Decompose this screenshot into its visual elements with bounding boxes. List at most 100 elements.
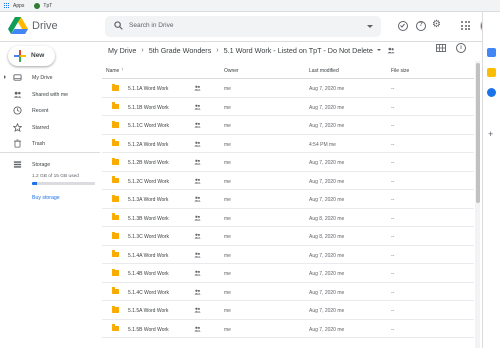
breadcrumb-current-folder[interactable]: 5.1 Word Work - Listed on TpT - Do Not D…	[224, 46, 373, 55]
star-icon	[13, 122, 22, 132]
file-owner: me	[224, 141, 231, 148]
search-input[interactable]: Search in Drive	[129, 22, 173, 29]
column-header-owner[interactable]: Owner	[224, 68, 239, 74]
file-size: --	[391, 271, 395, 277]
calendar-icon[interactable]	[487, 48, 496, 57]
file-modified: Aug 8, 2020 me	[309, 234, 345, 240]
file-size: --	[391, 234, 395, 240]
sidebar-item-trash[interactable]: Trash	[0, 135, 100, 152]
file-modified: Aug 7, 2020 me	[309, 104, 345, 111]
expand-arrow-icon[interactable]	[4, 75, 6, 79]
shared-folder-people-icon	[387, 47, 395, 53]
sidebar-item-my-drive[interactable]: My Drive	[0, 69, 100, 86]
file-list-scrollbar[interactable]	[475, 61, 480, 348]
table-row[interactable]: 5.1.4C Word Work me Aug 7, 2020 me --	[102, 283, 474, 301]
table-row[interactable]: 5.1.2B Word Work me Aug 7, 2020 me --	[102, 153, 474, 172]
chevron-right-icon: ›	[216, 46, 219, 54]
file-name[interactable]: 5.1.2A Word Work	[128, 142, 168, 148]
file-size: --	[391, 252, 395, 259]
scrollbar-thumb[interactable]	[475, 63, 480, 203]
file-name[interactable]: 5.1.1A Word Work	[128, 86, 168, 92]
file-name[interactable]: 5.1.1B Word Work	[128, 105, 169, 111]
table-row[interactable]: 5.1.5A Word Work me Aug 7, 2020 me --	[102, 301, 474, 320]
bookmark-tpt[interactable]: TpT	[34, 2, 53, 9]
search-options-icon[interactable]	[367, 25, 373, 28]
file-name[interactable]: 5.1.2B Word Work	[128, 160, 169, 166]
file-owner: me	[224, 271, 231, 277]
folder-icon	[112, 305, 119, 313]
file-modified: Aug 7, 2020 me	[309, 289, 345, 296]
file-name[interactable]: 5.1.2C Word Work	[128, 179, 169, 185]
keep-icon[interactable]	[487, 68, 496, 77]
folder-icon	[112, 176, 119, 183]
shared-with-me-icon	[13, 91, 22, 98]
column-header-modified[interactable]: Last modified	[309, 68, 339, 74]
table-row[interactable]: 5.1.3A Word Work me Aug 7, 2020 me --	[102, 190, 474, 209]
search-bar[interactable]: Search in Drive	[105, 16, 381, 37]
table-row[interactable]: 5.1.3B Word Work me Aug 8, 2020 me --	[102, 209, 474, 227]
storage-usage-fill	[32, 182, 38, 185]
folder-icon	[112, 102, 119, 109]
bookmark-apps-label: Apps	[13, 2, 25, 9]
search-icon[interactable]	[114, 21, 123, 30]
table-row[interactable]: 5.1.2C Word Work me Aug 7, 2020 me --	[102, 172, 474, 190]
drive-logo-icon[interactable]	[8, 17, 28, 35]
column-header-size[interactable]: File size	[391, 68, 409, 74]
breadcrumb-parent-folder[interactable]: 5th Grade Wonders	[149, 46, 212, 55]
file-modified: Aug 7, 2020 me	[309, 308, 345, 314]
new-button[interactable]: New	[8, 46, 55, 66]
trash-icon	[14, 139, 21, 148]
table-row[interactable]: 5.1.1C Word Work me Aug 7, 2020 me --	[102, 116, 474, 135]
google-apps-icon[interactable]	[461, 21, 471, 31]
bookmarks-bar: Apps TpT	[0, 0, 500, 12]
file-modified: Aug 7, 2020 me	[309, 197, 345, 203]
storage-usage-bar	[32, 182, 95, 185]
breadcrumb-my-drive[interactable]: My Drive	[108, 46, 136, 55]
file-name[interactable]: 5.1.4A Word Work	[128, 253, 168, 259]
add-addon-icon[interactable]: +	[488, 130, 493, 139]
offline-status-icon[interactable]	[398, 21, 408, 31]
table-row[interactable]: 5.1.2A Word Work me 4:54 PM me --	[102, 135, 474, 153]
file-size: --	[391, 141, 395, 148]
file-size: --	[391, 123, 395, 129]
folder-menu-dropdown-icon[interactable]	[376, 49, 381, 51]
table-row[interactable]: 5.1.5B Word Work me Aug 7, 2020 me --	[102, 320, 474, 338]
table-row[interactable]: 5.1.1A Word Work me Aug 7, 2020 me --	[102, 79, 474, 98]
people-icon	[194, 85, 201, 91]
table-row[interactable]: 5.1.3C Word Work me Aug 8, 2020 me --	[102, 227, 474, 246]
file-name[interactable]: 5.1.3A Word Work	[128, 197, 168, 203]
file-name[interactable]: 5.1.4C Word Work	[128, 290, 169, 296]
buy-storage-link[interactable]: Buy storage	[32, 195, 60, 201]
tasks-icon[interactable]	[487, 88, 496, 97]
bookmark-apps[interactable]: Apps	[4, 2, 25, 9]
folder-icon	[112, 213, 119, 220]
file-size: --	[391, 160, 395, 166]
file-name[interactable]: 5.1.5A Word Work	[128, 308, 168, 314]
file-name[interactable]: 5.1.3B Word Work	[128, 216, 169, 222]
sidebar-item-shared-with-me[interactable]: Shared with me	[0, 86, 100, 103]
file-name[interactable]: 5.1.5B Word Work	[128, 327, 169, 333]
storage-usage-text: 1.2 GB of 15 GB used	[32, 174, 79, 179]
sidebar-item-label: Recent	[32, 108, 49, 114]
storage-icon	[13, 161, 22, 168]
table-row[interactable]: 5.1.1B Word Work me Aug 7, 2020 me --	[102, 98, 474, 116]
settings-gear-icon[interactable]: ⚙	[432, 20, 441, 30]
table-row[interactable]: 5.1.4B Word Work me Aug 7, 2020 me --	[102, 264, 474, 283]
table-row[interactable]: 5.1.4A Word Work me Aug 7, 2020 me --	[102, 246, 474, 264]
grid-view-icon[interactable]	[436, 44, 446, 52]
file-name[interactable]: 5.1.4B Word Work	[128, 271, 169, 277]
file-name[interactable]: 5.1.3C Word Work	[128, 234, 169, 240]
details-info-icon[interactable]: i	[456, 43, 466, 53]
people-icon	[194, 326, 201, 331]
file-modified: Aug 7, 2020 me	[309, 123, 345, 129]
sidebar-item-storage[interactable]: Storage	[0, 156, 100, 172]
sidebar-item-starred[interactable]: Starred	[0, 119, 100, 136]
column-header-name[interactable]: Name	[106, 68, 119, 74]
sort-arrow-icon[interactable]: ↑	[121, 67, 124, 73]
help-icon[interactable]: ?	[416, 21, 426, 31]
file-name[interactable]: 5.1.1C Word Work	[128, 123, 169, 129]
bookmark-tpt-label: TpT	[43, 2, 53, 9]
sidebar-divider	[0, 152, 100, 153]
people-icon	[194, 141, 201, 146]
sidebar-item-recent[interactable]: Recent	[0, 102, 100, 119]
